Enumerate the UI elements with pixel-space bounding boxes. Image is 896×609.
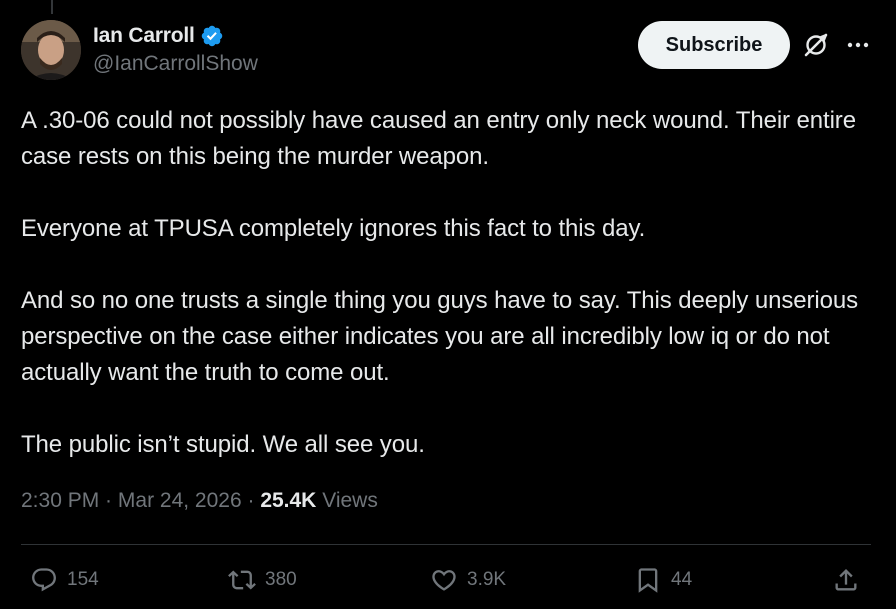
reply-icon — [30, 566, 58, 594]
heart-icon — [430, 566, 458, 594]
bookmark-button[interactable]: 44 — [634, 565, 692, 595]
meta-separator: · — [99, 489, 118, 512]
avatar[interactable] — [21, 20, 81, 80]
bookmark-count: 44 — [671, 569, 693, 590]
like-button[interactable]: 3.9K — [430, 565, 506, 595]
tweet-paragraph: Everyone at TPUSA completely ignores thi… — [21, 215, 646, 242]
bookmark-icon — [634, 566, 662, 594]
reply-count: 154 — [67, 569, 99, 590]
repost-count: 380 — [265, 569, 297, 590]
views-label: Views — [322, 489, 378, 512]
repost-button[interactable]: 380 — [228, 565, 297, 595]
tweet-date[interactable]: Mar 24, 2026 — [118, 489, 242, 512]
thread-connector-line — [51, 0, 53, 14]
tweet-time[interactable]: 2:30 PM — [21, 489, 99, 512]
tweet-paragraph: A .30-06 could not possibly have caused … — [21, 107, 856, 170]
tweet-paragraph: The public isn’t stupid. We all see you. — [21, 431, 425, 458]
meta-separator: · — [241, 489, 261, 512]
name-row: Ian Carroll — [93, 22, 258, 50]
verified-badge-icon[interactable] — [200, 24, 224, 48]
tweet-paragraph: And so no one trusts a single thing you … — [21, 287, 859, 386]
author-handle[interactable]: @IanCarrollShow — [93, 52, 258, 76]
views-count: 25.4K — [260, 489, 317, 512]
author-block: Ian Carroll @IanCarrollShow — [93, 22, 258, 76]
author-display-name[interactable]: Ian Carroll — [93, 24, 195, 48]
divider — [21, 544, 871, 545]
grok-icon[interactable] — [802, 31, 830, 59]
more-options-icon[interactable] — [845, 36, 871, 54]
share-button[interactable] — [832, 565, 860, 595]
tweet-meta: 2:30 PM · Mar 24, 2026 · 25.4K Views — [21, 489, 378, 513]
subscribe-button[interactable]: Subscribe — [638, 21, 790, 69]
tweet-text: A .30-06 could not possibly have caused … — [21, 103, 871, 463]
repost-icon — [228, 566, 256, 594]
like-count: 3.9K — [467, 569, 507, 590]
share-icon — [832, 566, 860, 594]
reply-button[interactable]: 154 — [30, 565, 99, 595]
